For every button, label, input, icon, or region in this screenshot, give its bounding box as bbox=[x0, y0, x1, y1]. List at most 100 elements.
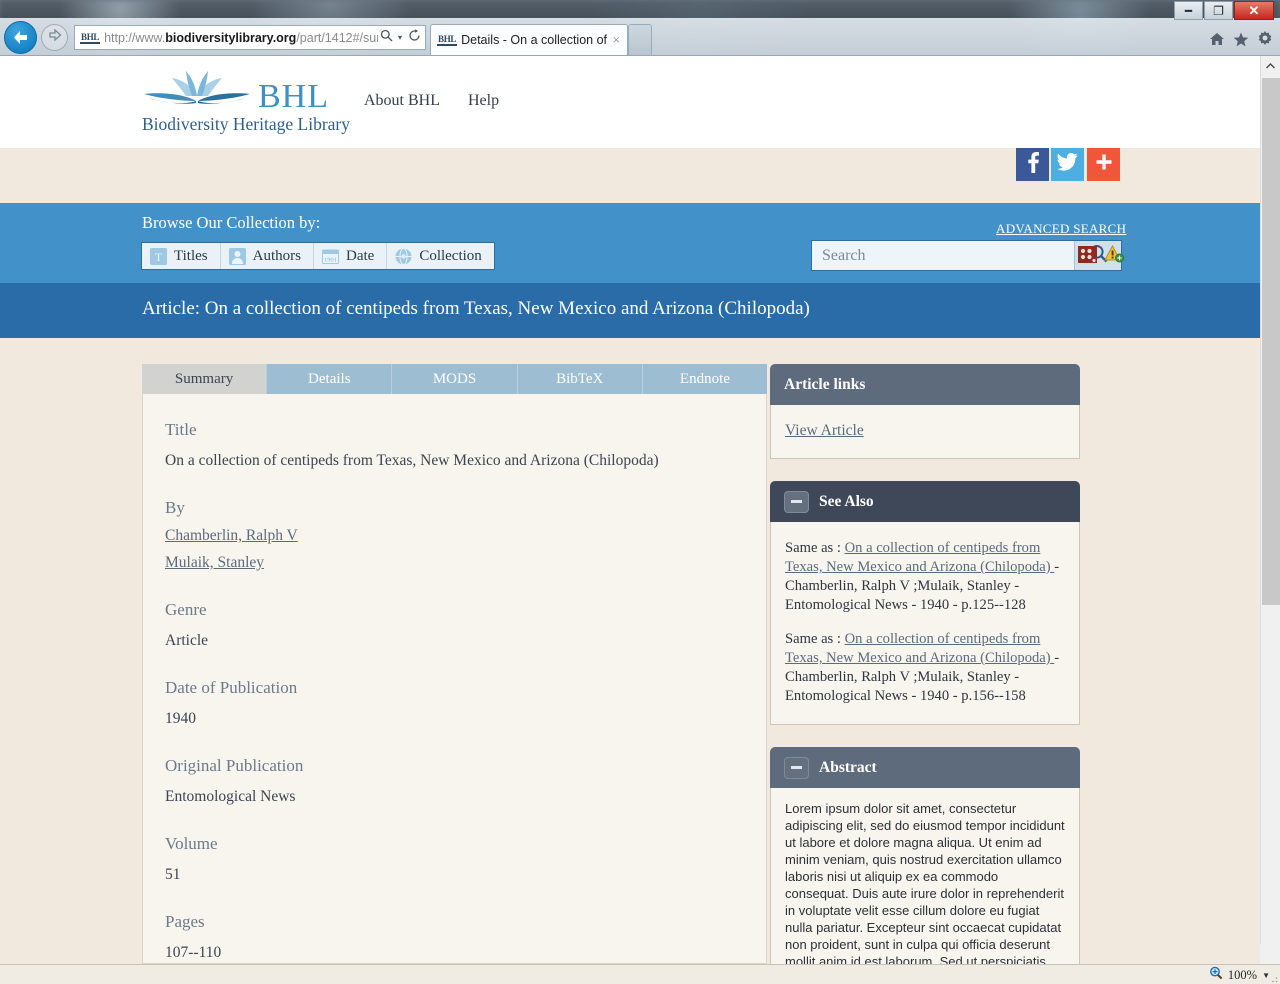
view-article-link[interactable]: View Article bbox=[785, 422, 864, 439]
abstract-collapse-button[interactable] bbox=[784, 756, 809, 779]
author-link-1[interactable]: Chamberlin, Ralph V bbox=[165, 527, 744, 545]
page-scrollbar[interactable] bbox=[1260, 56, 1280, 964]
abstract-text: Lorem ipsum dolor sit amet, consectetur … bbox=[785, 801, 1065, 964]
see-also-prefix-1: Same as : bbox=[785, 540, 845, 556]
zoom-control[interactable]: 100% ▼ bbox=[1209, 966, 1270, 984]
browser-chrome: BHL http://www.biodiversitylibrary.org/p… bbox=[0, 0, 1280, 56]
calendar-icon: 1901 bbox=[321, 247, 340, 266]
browser-tab[interactable]: BHL Details - On a collection of ... × bbox=[430, 24, 628, 55]
browse-collection-button[interactable]: Collection bbox=[387, 243, 494, 269]
title-letter-icon: T bbox=[149, 247, 168, 266]
abstract-header: Abstract bbox=[770, 747, 1080, 788]
see-also-header: See Also bbox=[770, 481, 1080, 522]
nav-help[interactable]: Help bbox=[468, 92, 499, 110]
favorites-star-icon[interactable] bbox=[1230, 28, 1252, 50]
article-links-header: Article links bbox=[770, 364, 1080, 405]
logo-row: BHL bbox=[142, 70, 342, 114]
address-bar[interactable]: BHL http://www.biodiversitylibrary.org/p… bbox=[74, 25, 426, 50]
site-favicon: BHL bbox=[80, 31, 101, 44]
browse-titles-button[interactable]: T Titles bbox=[142, 243, 221, 269]
url-domain: biodiversitylibrary.org bbox=[165, 30, 297, 45]
facebook-share-button[interactable] bbox=[1016, 148, 1049, 181]
browse-label: Browse Our Collection by: bbox=[142, 213, 321, 232]
search-box bbox=[811, 240, 1122, 271]
search-input[interactable] bbox=[812, 241, 1074, 270]
plus-icon bbox=[1095, 153, 1113, 176]
see-also-panel: See Also Same as : On a collection of ce… bbox=[770, 481, 1080, 725]
title-field-value: On a collection of centipeds from Texas,… bbox=[165, 452, 659, 469]
tab-title: Details - On a collection of ... bbox=[461, 33, 610, 47]
nav-about-bhl[interactable]: About BHL bbox=[364, 92, 440, 110]
forward-button[interactable] bbox=[41, 24, 68, 51]
summary-panel: Title On a collection of centipeds from … bbox=[142, 394, 767, 964]
see-also-prefix-2: Same as : bbox=[785, 631, 845, 647]
warning-add-icon[interactable] bbox=[1104, 244, 1124, 263]
twitter-share-button[interactable] bbox=[1051, 148, 1084, 181]
tab-bibtex[interactable]: BibTeX bbox=[517, 364, 643, 394]
browse-band: Browse Our Collection by: T Titles Autho… bbox=[0, 203, 1260, 283]
tab-summary[interactable]: Summary bbox=[142, 364, 268, 394]
resize-grip[interactable] bbox=[1268, 973, 1278, 983]
tab-favicon: BHL bbox=[437, 34, 458, 46]
home-icon[interactable] bbox=[1206, 28, 1228, 50]
person-icon bbox=[228, 247, 247, 266]
tab-details[interactable]: Details bbox=[267, 364, 393, 394]
abstract-body-wrap: Lorem ipsum dolor sit amet, consectetur … bbox=[770, 788, 1080, 964]
close-icon: ✕ bbox=[1248, 3, 1260, 18]
metadata-tabs: Summary Details MODS BibTeX Endnote bbox=[142, 364, 768, 394]
scrollbar-thumb[interactable] bbox=[1262, 78, 1280, 605]
back-button[interactable] bbox=[4, 21, 37, 54]
forward-arrow-icon bbox=[47, 28, 63, 47]
original-publication-field-label: Original Publication bbox=[165, 756, 304, 775]
back-arrow-icon bbox=[11, 29, 30, 46]
volume-field-value: 51 bbox=[165, 866, 181, 883]
browse-authors-label: Authors bbox=[252, 247, 301, 264]
see-also-body: Same as : On a collection of centipeds f… bbox=[770, 522, 1080, 725]
bhl-book-logo-icon bbox=[142, 70, 252, 112]
minimize-icon: ━ bbox=[1184, 3, 1193, 18]
new-tab-button[interactable] bbox=[628, 24, 652, 55]
minus-icon bbox=[791, 766, 802, 769]
window-close-button[interactable]: ✕ bbox=[1234, 1, 1274, 20]
twitter-bird-icon bbox=[1057, 153, 1078, 176]
window-restore-button[interactable]: ❐ bbox=[1204, 1, 1233, 20]
genre-field-label: Genre bbox=[165, 600, 207, 619]
see-also-entry-1: Same as : On a collection of centipeds f… bbox=[785, 539, 1065, 615]
svg-text:1901: 1901 bbox=[324, 256, 337, 263]
browse-titles-label: Titles bbox=[174, 247, 208, 264]
see-also-header-label: See Also bbox=[819, 492, 874, 510]
see-also-entry-2: Same as : On a collection of centipeds f… bbox=[785, 630, 1065, 706]
status-bar: 100% ▼ bbox=[0, 964, 1280, 984]
scholar-red-icon[interactable] bbox=[1078, 246, 1097, 263]
zoom-magnifier-icon bbox=[1209, 966, 1223, 984]
url-path: /part/1412#/sumr bbox=[296, 30, 378, 45]
article-title: Article: On a collection of centipeds fr… bbox=[142, 298, 810, 319]
see-also-collapse-button[interactable] bbox=[784, 490, 809, 513]
tab-mods[interactable]: MODS bbox=[392, 364, 518, 394]
settings-gear-icon[interactable] bbox=[1254, 28, 1276, 50]
share-plus-button[interactable] bbox=[1087, 148, 1120, 181]
browse-collection-label: Collection bbox=[419, 247, 482, 264]
tab-close-icon[interactable]: × bbox=[610, 32, 623, 48]
scroll-up-arrow-icon[interactable] bbox=[1261, 56, 1280, 76]
browse-date-button[interactable]: 1901 Date bbox=[314, 243, 388, 269]
address-dropdown-icon[interactable]: ▾ bbox=[394, 33, 406, 42]
refresh-icon[interactable] bbox=[406, 29, 422, 46]
pages-field-label: Pages bbox=[165, 912, 205, 931]
by-field-label: By bbox=[165, 498, 185, 517]
window-minimize-button[interactable]: ━ bbox=[1174, 1, 1203, 20]
date-field-value: 1940 bbox=[165, 710, 196, 727]
date-field-label: Date of Publication bbox=[165, 678, 298, 697]
address-search-icon[interactable] bbox=[378, 29, 394, 46]
tab-endnote[interactable]: Endnote bbox=[642, 364, 768, 394]
abstract-header-label: Abstract bbox=[819, 758, 877, 776]
author-link-2[interactable]: Mulaik, Stanley bbox=[165, 554, 744, 572]
original-publication-field-value: Entomological News bbox=[165, 788, 296, 805]
abstract-panel: Abstract Lorem ipsum dolor sit amet, con… bbox=[770, 747, 1080, 964]
browse-authors-button[interactable]: Authors bbox=[221, 243, 314, 269]
site-logo[interactable]: BHL Biodiversity Heritage Library bbox=[142, 70, 350, 135]
browse-button-group: T Titles Authors 1901 Date Collection bbox=[141, 242, 495, 270]
pages-field-value: 107--110 bbox=[165, 944, 222, 961]
advanced-search-link[interactable]: ADVANCED SEARCH bbox=[996, 221, 1126, 237]
browse-date-label: Date bbox=[345, 247, 375, 264]
